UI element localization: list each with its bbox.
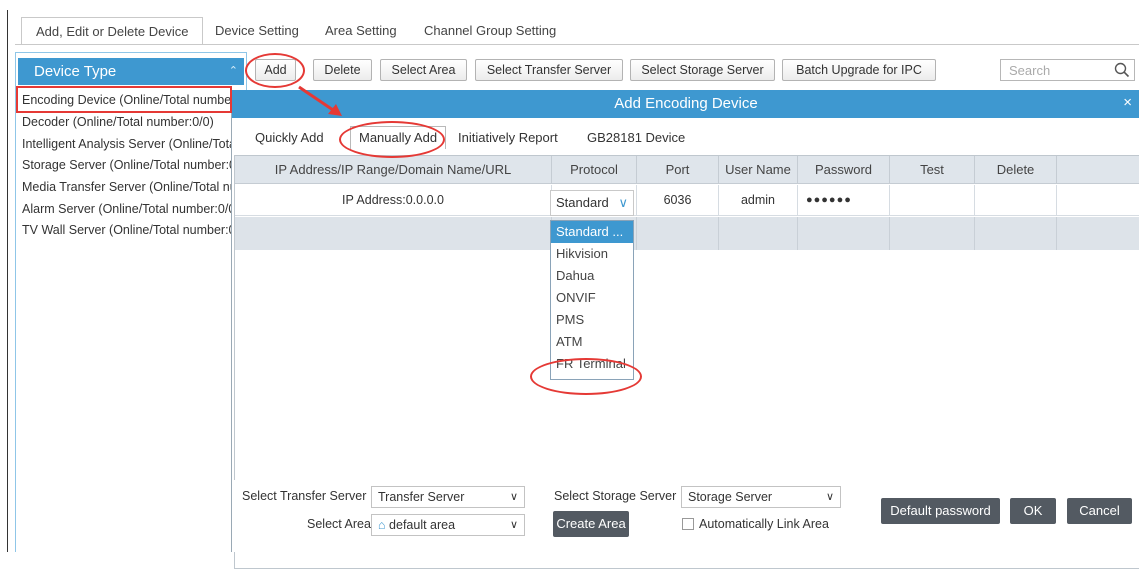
transfer-server-value: Transfer Server xyxy=(378,490,465,504)
empty-cell xyxy=(235,217,552,250)
device-type-item-media-transfer[interactable]: Media Transfer Server (Online/Total numb… xyxy=(22,177,246,198)
area-value: default area xyxy=(389,518,456,532)
annotation-oval-add xyxy=(245,53,305,88)
empty-cell xyxy=(637,217,719,250)
cancel-button[interactable]: Cancel xyxy=(1067,498,1132,524)
protocol-option-dahua[interactable]: Dahua xyxy=(551,265,633,287)
delete-button[interactable]: Delete xyxy=(313,59,372,81)
protocol-dropdown: Standard ... Hikvision Dahua ONVIF PMS A… xyxy=(550,220,634,380)
tab-device-setting[interactable]: Device Setting xyxy=(215,17,299,45)
device-type-item-alarm[interactable]: Alarm Server (Online/Total number:0/0) xyxy=(22,199,246,220)
tab-gb28181-device[interactable]: GB28181 Device xyxy=(587,130,685,145)
collapse-chevron-icon[interactable]: ⌃ xyxy=(229,58,238,85)
storage-server-select[interactable]: Storage Server ∨ xyxy=(681,486,841,508)
auto-link-area-checkbox[interactable] xyxy=(682,518,694,530)
dialog-footer: Select Transfer Server Transfer Server ∨… xyxy=(232,480,1139,552)
device-type-header[interactable]: Device Type ⌃ xyxy=(18,58,244,85)
column-header-password: Password xyxy=(798,156,890,184)
cell-username[interactable]: admin xyxy=(719,185,798,216)
table-header: IP Address/IP Range/Domain Name/URL Prot… xyxy=(235,156,1139,184)
annotation-oval-manually-add xyxy=(339,121,445,158)
tab-divider xyxy=(15,44,1139,45)
area-label: Select Area xyxy=(307,517,371,531)
cell-test[interactable] xyxy=(890,185,975,216)
column-header-protocol: Protocol xyxy=(552,156,637,184)
chevron-down-icon: ∨ xyxy=(618,195,628,210)
empty-cell xyxy=(719,217,798,250)
tab-initiatively-report[interactable]: Initiatively Report xyxy=(458,130,558,145)
empty-cell xyxy=(890,217,975,250)
protocol-option-atm[interactable]: ATM xyxy=(551,331,633,353)
tab-area-setting[interactable]: Area Setting xyxy=(325,17,397,45)
search-box xyxy=(1000,59,1135,81)
chevron-down-icon: ∨ xyxy=(509,519,518,531)
tab-channel-group-setting[interactable]: Channel Group Setting xyxy=(424,17,556,45)
select-transfer-server-button[interactable]: Select Transfer Server xyxy=(475,59,623,81)
annotation-arrow-icon xyxy=(298,85,342,116)
add-encoding-device-dialog: Add Encoding Device × Quickly Add Manual… xyxy=(231,90,1139,569)
table-row-empty xyxy=(235,217,1139,250)
column-header-delete: Delete xyxy=(975,156,1057,184)
cell-password[interactable]: ●●●●●● xyxy=(798,185,890,216)
create-area-button[interactable]: Create Area xyxy=(553,511,629,537)
search-icon[interactable] xyxy=(1114,62,1130,78)
column-header-address: IP Address/IP Range/Domain Name/URL xyxy=(235,156,552,184)
transfer-server-select[interactable]: Transfer Server ∨ xyxy=(371,486,525,508)
search-input[interactable] xyxy=(1001,60,1101,80)
close-icon[interactable]: × xyxy=(1123,90,1132,116)
chevron-down-icon: ∨ xyxy=(825,491,834,503)
empty-cell xyxy=(975,217,1057,250)
protocol-option-pms[interactable]: PMS xyxy=(551,309,633,331)
protocol-option-standard[interactable]: Standard ... xyxy=(551,221,633,243)
tab-add-edit-delete-device[interactable]: Add, Edit or Delete Device xyxy=(21,17,204,45)
chevron-down-icon: ∨ xyxy=(509,491,518,503)
cell-address[interactable]: IP Address:0.0.0.0 xyxy=(235,185,552,216)
column-header-test: Test xyxy=(890,156,975,184)
cell-port[interactable]: 6036 xyxy=(637,185,719,216)
dialog-title-bar: Add Encoding Device × xyxy=(232,90,1139,118)
annotation-oval-fr-terminal xyxy=(530,358,642,395)
transfer-server-label: Select Transfer Server xyxy=(242,489,367,503)
protocol-select-value: Standard xyxy=(556,195,609,210)
tab-quickly-add[interactable]: Quickly Add xyxy=(255,130,324,145)
storage-server-value: Storage Server xyxy=(688,490,773,504)
annotation-box-encoding-device xyxy=(16,86,232,113)
empty-cell xyxy=(798,217,890,250)
cell-delete[interactable] xyxy=(975,185,1057,216)
protocol-select[interactable]: Standard ∨ xyxy=(550,190,634,216)
dialog-title: Add Encoding Device xyxy=(614,95,758,112)
auto-link-area-label: Automatically Link Area xyxy=(699,517,829,531)
device-type-item-decoder[interactable]: Decoder (Online/Total number:0/0) xyxy=(22,112,246,133)
home-icon: ⌂ xyxy=(378,518,386,532)
device-type-item-tv-wall[interactable]: TV Wall Server (Online/Total number:0/0) xyxy=(22,220,246,241)
select-area-button[interactable]: Select Area xyxy=(380,59,467,81)
column-header-port: Port xyxy=(637,156,719,184)
protocol-option-hikvision[interactable]: Hikvision xyxy=(551,243,633,265)
window-edge xyxy=(7,10,8,552)
storage-server-label: Select Storage Server xyxy=(554,489,677,503)
device-type-item-intelligent-analysis[interactable]: Intelligent Analysis Server (Online/Tota… xyxy=(22,134,246,155)
default-password-button[interactable]: Default password xyxy=(881,498,1000,524)
table-row[interactable]: IP Address:0.0.0.0 6036 admin ●●●●●● xyxy=(235,185,1139,216)
batch-upgrade-ipc-button[interactable]: Batch Upgrade for IPC xyxy=(782,59,936,81)
protocol-option-onvif[interactable]: ONVIF xyxy=(551,287,633,309)
area-select[interactable]: ⌂ default area ∨ xyxy=(371,514,525,536)
select-storage-server-button[interactable]: Select Storage Server xyxy=(630,59,775,81)
device-type-title: Device Type xyxy=(34,63,117,80)
column-header-username: User Name xyxy=(719,156,798,184)
device-type-item-storage[interactable]: Storage Server (Online/Total number:0/0) xyxy=(22,155,246,176)
ok-button[interactable]: OK xyxy=(1010,498,1056,524)
